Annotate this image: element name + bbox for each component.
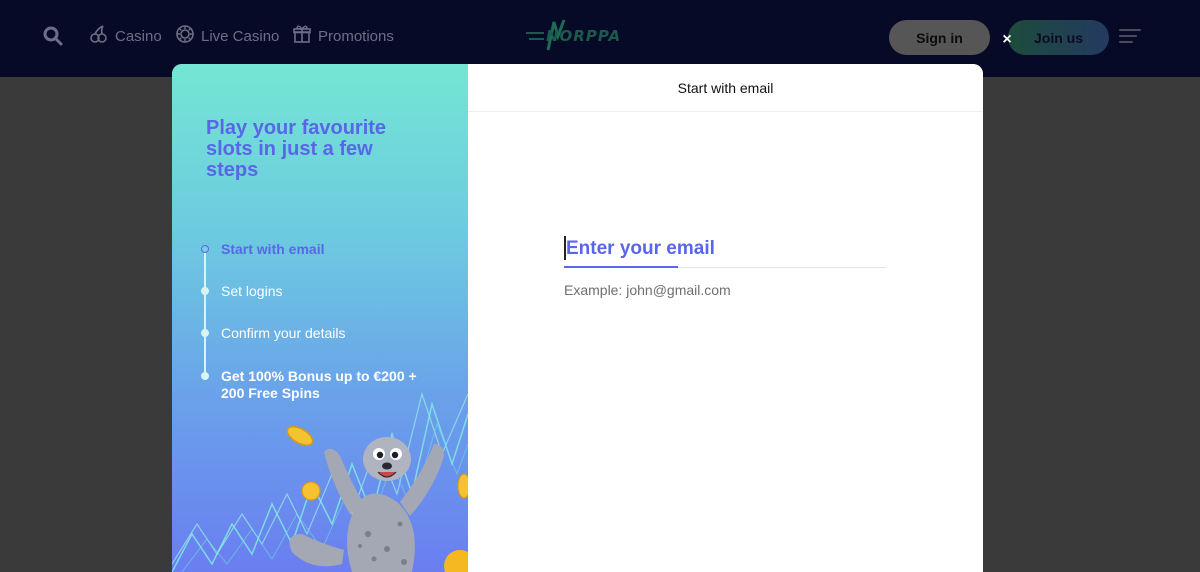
nav-casino-link[interactable]: Casino [89,24,162,48]
logo-text: NORPPA [546,27,622,45]
cherry-icon [89,24,115,48]
nav-casino-label: Casino [115,27,162,45]
email-form-panel: Start with email Example: john@gmail.com [468,64,983,572]
step-dot-active [201,245,209,253]
step-dot [201,287,209,295]
email-hint: Example: john@gmail.com [564,282,731,298]
nav-live-casino-label: Live Casino [201,27,280,45]
step-start-with-email: Start with email [221,241,325,257]
norppa-logo[interactable]: NORPPA [524,18,628,54]
promo-title: Play your favourite slots in just a few … [206,117,387,181]
registration-modal: Play your favourite slots in just a few … [172,64,983,572]
email-input[interactable] [564,230,886,268]
step-confirm-details: Confirm your details [221,325,346,341]
text-caret [564,236,566,260]
form-header: Start with email [468,64,983,112]
search-icon[interactable] [42,25,64,47]
join-us-button[interactable]: Join us [1008,20,1109,55]
step-set-logins: Set logins [221,283,283,299]
email-underline-active [564,266,678,268]
gift-icon [292,24,318,48]
promo-panel: Play your favourite slots in just a few … [172,64,468,572]
sign-in-button[interactable]: Sign in [889,20,990,55]
close-modal-button[interactable]: × [999,32,1015,48]
steps-progress-line [204,250,206,378]
nav-promotions-link[interactable]: Promotions [292,24,394,48]
step-dot [201,329,209,337]
seal-mascot-illustration [172,391,468,572]
hamburger-menu-icon[interactable] [1119,28,1141,44]
nav-live-casino-link[interactable]: Live Casino [175,24,279,48]
nav-promotions-label: Promotions [318,27,394,45]
chip-icon [175,24,201,48]
